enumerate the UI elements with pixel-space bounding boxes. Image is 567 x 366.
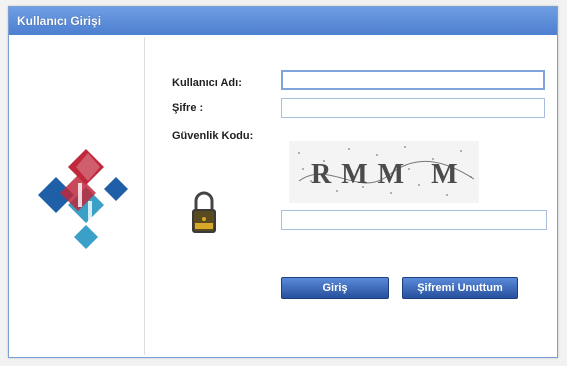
window-title: Kullanıcı Girişi (9, 7, 557, 35)
password-label: Şifre : (172, 102, 204, 114)
login-button[interactable]: Giriş (281, 277, 389, 299)
captcha-image: RMM M (289, 141, 479, 203)
security-code-label: Güvenlik Kodu: (172, 130, 254, 142)
padlock-icon (192, 191, 216, 233)
password-input[interactable] (281, 98, 545, 118)
logo-icon (38, 149, 128, 249)
left-panel (10, 37, 145, 355)
forgot-password-button[interactable]: Şifremi Unuttum (402, 277, 518, 299)
captcha-text: RMM M (311, 159, 468, 190)
security-code-input[interactable] (281, 210, 547, 230)
login-window: Kullanıcı Girişi Kullanıcı Adı: Şifre : … (8, 6, 558, 358)
username-input[interactable] (281, 70, 545, 90)
username-label: Kullanıcı Adı: (172, 77, 242, 89)
